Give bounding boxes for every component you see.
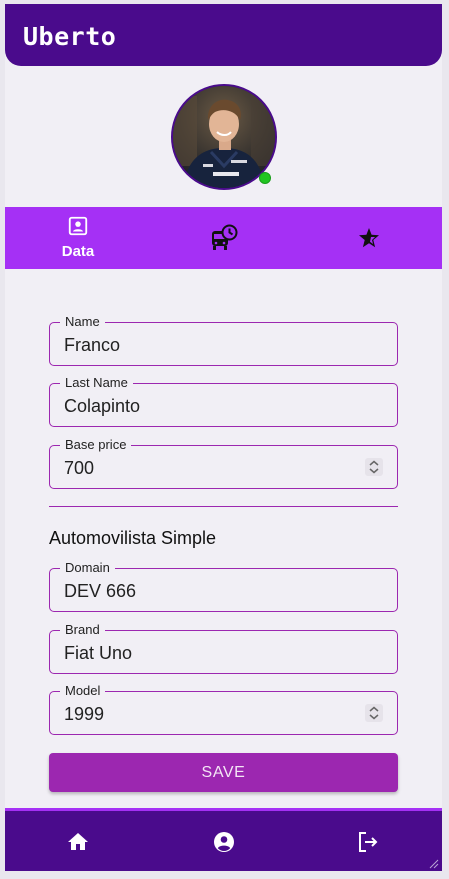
domain-label: Domain bbox=[60, 561, 115, 575]
account-circle-icon[interactable] bbox=[212, 830, 236, 854]
model-value: 1999 bbox=[64, 704, 105, 724]
stepper-arrows-icon bbox=[369, 460, 379, 474]
base-price-value: 700 bbox=[64, 458, 95, 478]
resize-grip-icon[interactable] bbox=[427, 856, 439, 869]
name-field[interactable]: Name Franco bbox=[49, 315, 398, 366]
logout-icon[interactable] bbox=[356, 830, 380, 854]
model-field[interactable]: Model 1999 bbox=[49, 684, 398, 735]
tab-data[interactable]: Data bbox=[5, 207, 151, 269]
home-icon[interactable] bbox=[66, 830, 90, 854]
star-rating-icon bbox=[357, 226, 381, 255]
base-price-stepper[interactable] bbox=[365, 458, 383, 476]
domain-field[interactable]: Domain DEV 666 bbox=[49, 561, 398, 612]
app-title: Uberto bbox=[23, 22, 117, 51]
model-label: Model bbox=[60, 684, 106, 698]
last-name-value: Colapinto bbox=[64, 396, 141, 416]
name-label: Name bbox=[60, 315, 105, 329]
tab-rating[interactable] bbox=[296, 207, 442, 269]
base-price-label: Base price bbox=[60, 438, 132, 452]
app-screen: Uberto Data Name Franco Last Name Colapi… bbox=[5, 4, 442, 871]
tab-data-label: Data bbox=[61, 243, 95, 260]
brand-value: Fiat Uno bbox=[64, 643, 133, 663]
profile-tabs: Data bbox=[5, 207, 442, 269]
name-value: Franco bbox=[64, 335, 121, 355]
account-box-icon bbox=[67, 215, 89, 242]
save-button[interactable]: SAVE bbox=[49, 753, 398, 792]
online-status-dot bbox=[259, 172, 271, 184]
stepper-arrows-icon bbox=[369, 706, 379, 720]
base-price-field[interactable]: Base price 700 bbox=[49, 438, 398, 489]
app-header: Uberto bbox=[5, 4, 442, 66]
brand-field[interactable]: Brand Fiat Uno bbox=[49, 623, 398, 674]
last-name-label: Last Name bbox=[60, 376, 133, 390]
brand-label: Brand bbox=[60, 623, 105, 637]
bus-clock-icon bbox=[210, 224, 238, 257]
vehicle-section-title: Automovilista Simple bbox=[49, 528, 217, 548]
bottom-navigation bbox=[5, 811, 442, 871]
profile-avatar[interactable] bbox=[171, 84, 277, 190]
section-divider bbox=[49, 506, 398, 507]
domain-value: DEV 666 bbox=[64, 581, 137, 601]
last-name-field[interactable]: Last Name Colapinto bbox=[49, 376, 398, 427]
tab-trips[interactable] bbox=[151, 207, 297, 269]
model-stepper[interactable] bbox=[365, 704, 383, 722]
